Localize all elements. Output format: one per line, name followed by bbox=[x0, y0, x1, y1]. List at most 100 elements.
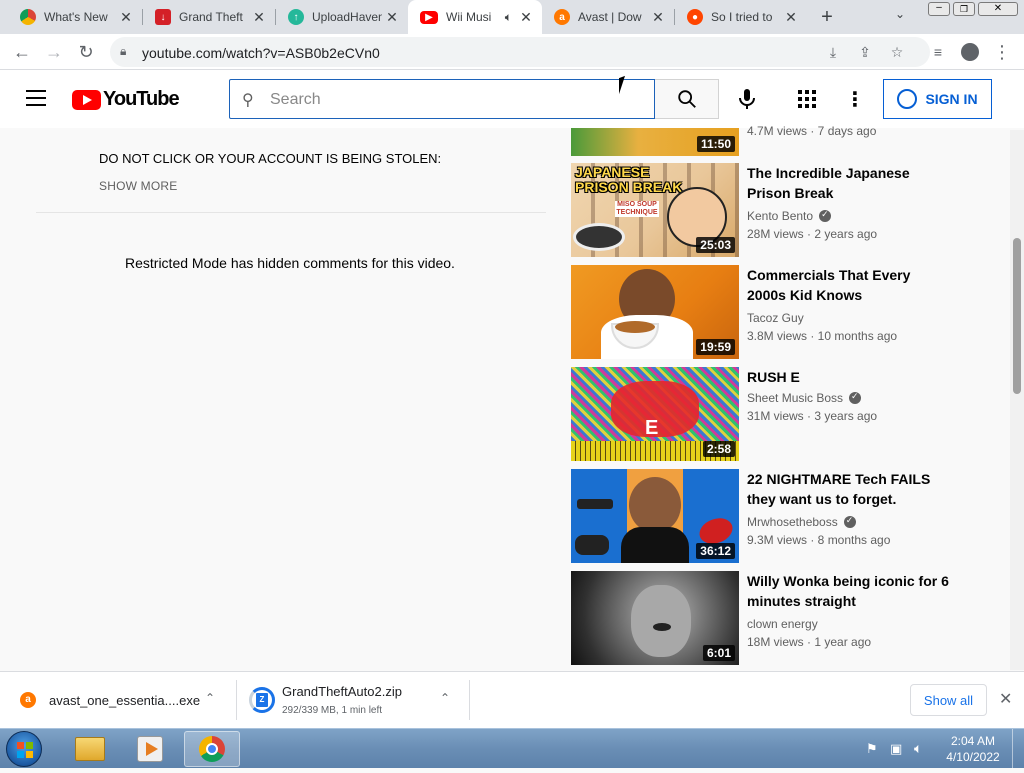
close-tab-icon[interactable]: ✕ bbox=[116, 9, 136, 26]
start-button[interactable] bbox=[6, 731, 42, 767]
chrome-taskbar-button[interactable] bbox=[184, 731, 240, 767]
video-title[interactable]: Commercials That Every 2000s Kid Knows bbox=[747, 265, 952, 305]
speaker-icon[interactable]: 🔈︎ bbox=[505, 10, 512, 25]
tab-grand-theft[interactable]: ↓ Grand Theft ✕ bbox=[143, 0, 275, 34]
tab-reddit[interactable]: ● So I tried to ✕ bbox=[675, 0, 807, 34]
close-downloads-icon[interactable]: ✕ bbox=[999, 689, 1012, 709]
forward-button[interactable]: → bbox=[42, 40, 66, 64]
folder-icon bbox=[75, 737, 105, 761]
recommendation-partial[interactable]: 11:50 4.7M views · 7 days ago bbox=[571, 124, 951, 156]
close-tab-icon[interactable]: ✕ bbox=[249, 9, 269, 26]
thumbnail-text: JAPANESE PRISON BREAK bbox=[575, 164, 683, 195]
video-meta: 31M views · 3 years ago bbox=[747, 409, 878, 423]
settings-more-icon[interactable]: ⋮ bbox=[844, 88, 866, 111]
search-input[interactable]: ⚲ Search bbox=[229, 79, 655, 119]
download-site-icon: ↓ bbox=[155, 9, 171, 25]
channel-name[interactable]: Sheet Music Boss bbox=[747, 391, 862, 405]
hamburger-menu-icon[interactable] bbox=[26, 90, 46, 106]
show-desktop-button[interactable] bbox=[1012, 729, 1024, 769]
download-options-icon[interactable]: ⌃ bbox=[205, 691, 215, 705]
restore-button[interactable]: ❐ bbox=[953, 2, 975, 16]
mouse-cursor bbox=[619, 75, 625, 95]
tab-strip: What's New ✕ ↓ Grand Theft ✕ ↑ UploadHav… bbox=[0, 0, 1024, 34]
video-title[interactable]: 22 NIGHTMARE Tech FAILS they want us to … bbox=[747, 469, 952, 509]
network-icon[interactable]: ▣ bbox=[890, 741, 902, 757]
media-player-button[interactable] bbox=[122, 731, 178, 767]
close-tab-icon[interactable]: ✕ bbox=[781, 9, 801, 26]
sign-in-button[interactable]: SIGN IN bbox=[883, 79, 992, 119]
recommendation-item[interactable]: JAPANESE PRISON BREAK MISO SOUP TECHNIQU… bbox=[571, 163, 951, 259]
close-tab-icon[interactable]: ✕ bbox=[648, 9, 668, 26]
clock-date: 4/10/2022 bbox=[946, 750, 1000, 764]
video-thumbnail[interactable]: JAPANESE PRISON BREAK MISO SOUP TECHNIQU… bbox=[571, 163, 739, 257]
recommendation-item[interactable]: 19:59 Commercials That Every 2000s Kid K… bbox=[571, 265, 951, 361]
video-meta: 18M views · 1 year ago bbox=[747, 635, 872, 649]
sign-in-label: SIGN IN bbox=[925, 91, 978, 107]
new-tab-button[interactable]: + bbox=[815, 5, 839, 29]
video-duration: 11:50 bbox=[696, 136, 735, 152]
close-window-button[interactable]: ✕ bbox=[978, 2, 1018, 16]
video-title[interactable]: Willy Wonka being iconic for 6 minutes s… bbox=[747, 571, 952, 611]
windows-logo-icon bbox=[17, 742, 33, 758]
taskbar-clock[interactable]: 2:04 AM 4/10/2022 bbox=[940, 733, 1006, 765]
action-center-icon[interactable]: ⚑ bbox=[866, 741, 878, 757]
chrome-menu-icon[interactable]: ⋮ bbox=[990, 40, 1014, 64]
minimize-button[interactable]: – bbox=[928, 2, 950, 16]
back-button[interactable]: ← bbox=[10, 40, 34, 64]
reload-button[interactable]: ↻ bbox=[74, 40, 98, 64]
youtube-logo[interactable]: YouTube bbox=[72, 88, 180, 111]
install-icon[interactable]: ⤓ bbox=[822, 42, 844, 62]
chrome-icon bbox=[20, 9, 36, 25]
show-more-button[interactable]: SHOW MORE bbox=[99, 179, 177, 193]
recommendation-item[interactable]: E 2:58 RUSH E Sheet Music Boss 31M views… bbox=[571, 367, 951, 463]
show-all-downloads-button[interactable]: Show all bbox=[910, 684, 987, 716]
video-thumbnail[interactable]: 6:01 bbox=[571, 571, 739, 665]
channel-name[interactable]: Tacoz Guy bbox=[747, 311, 804, 325]
channel-name[interactable]: Mrwhosetheboss bbox=[747, 515, 856, 529]
video-title[interactable]: RUSH E bbox=[747, 367, 952, 387]
video-thumbnail[interactable]: 11:50 bbox=[571, 128, 739, 156]
video-thumbnail[interactable]: 36:12 bbox=[571, 469, 739, 563]
close-tab-icon[interactable]: ✕ bbox=[382, 9, 402, 26]
tab-avast[interactable]: a Avast | Dow ✕ bbox=[542, 0, 674, 34]
download-item[interactable]: a avast_one_essentia....exe ⌃ bbox=[0, 672, 236, 729]
channel-name[interactable]: clown energy bbox=[747, 617, 818, 631]
recommendation-item[interactable]: 36:12 22 NIGHTMARE Tech FAILS they want … bbox=[571, 469, 951, 565]
tab-whats-new[interactable]: What's New ✕ bbox=[8, 0, 142, 34]
video-description: DO NOT CLICK OR YOUR ACCOUNT IS BEING ST… bbox=[99, 151, 442, 166]
channel-name[interactable]: Kento Bento bbox=[747, 209, 832, 223]
video-meta: 28M views · 2 years ago bbox=[747, 227, 878, 241]
tab-title: What's New bbox=[44, 10, 108, 24]
file-explorer-button[interactable] bbox=[62, 731, 118, 767]
video-thumbnail[interactable]: 19:59 bbox=[571, 265, 739, 359]
download-options-icon[interactable]: ⌃ bbox=[440, 691, 450, 705]
browser-toolbar: ← → ↻ 🔒︎ youtube.com/watch?v=ASB0b2eCVn0… bbox=[0, 34, 1024, 70]
microphone-icon[interactable] bbox=[736, 88, 758, 110]
lock-icon[interactable]: 🔒︎ bbox=[120, 44, 126, 59]
profile-avatar[interactable] bbox=[958, 40, 982, 64]
search-button[interactable] bbox=[655, 79, 719, 119]
thumbnail-text: E bbox=[645, 417, 659, 439]
youtube-header: YouTube ⚲ Search ⋮ SIGN IN bbox=[0, 70, 1024, 128]
apps-grid-icon[interactable] bbox=[796, 88, 818, 110]
download-item[interactable]: Z GrandTheftAuto2.zip 292/339 MB, 1 min … bbox=[237, 672, 469, 729]
avast-icon: a bbox=[554, 9, 570, 25]
verified-badge-icon bbox=[843, 515, 856, 528]
volume-icon[interactable]: 🔈︎ bbox=[914, 740, 922, 757]
recommendation-item[interactable]: 6:01 Willy Wonka being iconic for 6 minu… bbox=[571, 571, 951, 667]
video-thumbnail[interactable]: E 2:58 bbox=[571, 367, 739, 461]
tab-wii-music[interactable]: ▶ Wii Musi 🔈︎ ✕ bbox=[408, 0, 542, 34]
page-scrollbar[interactable] bbox=[1010, 130, 1024, 670]
tab-search-icon[interactable]: ⌄ bbox=[895, 7, 905, 21]
close-tab-icon[interactable]: ✕ bbox=[516, 9, 536, 26]
reading-list-icon[interactable]: ≡ bbox=[926, 40, 950, 64]
scrollbar-thumb[interactable] bbox=[1013, 238, 1021, 394]
bookmark-star-icon[interactable]: ☆ bbox=[886, 42, 908, 62]
tab-uploadhaven[interactable]: ↑ UploadHaven ✕ bbox=[276, 0, 408, 34]
tab-title: Avast | Dow bbox=[578, 10, 642, 24]
address-bar[interactable]: 🔒︎ youtube.com/watch?v=ASB0b2eCVn0 ⤓ ⇪ ☆ bbox=[110, 37, 930, 67]
channel-label: Sheet Music Boss bbox=[747, 391, 844, 405]
share-icon[interactable]: ⇪ bbox=[854, 42, 876, 62]
reddit-icon: ● bbox=[687, 9, 703, 25]
video-title[interactable]: The Incredible Japanese Prison Break bbox=[747, 163, 952, 203]
